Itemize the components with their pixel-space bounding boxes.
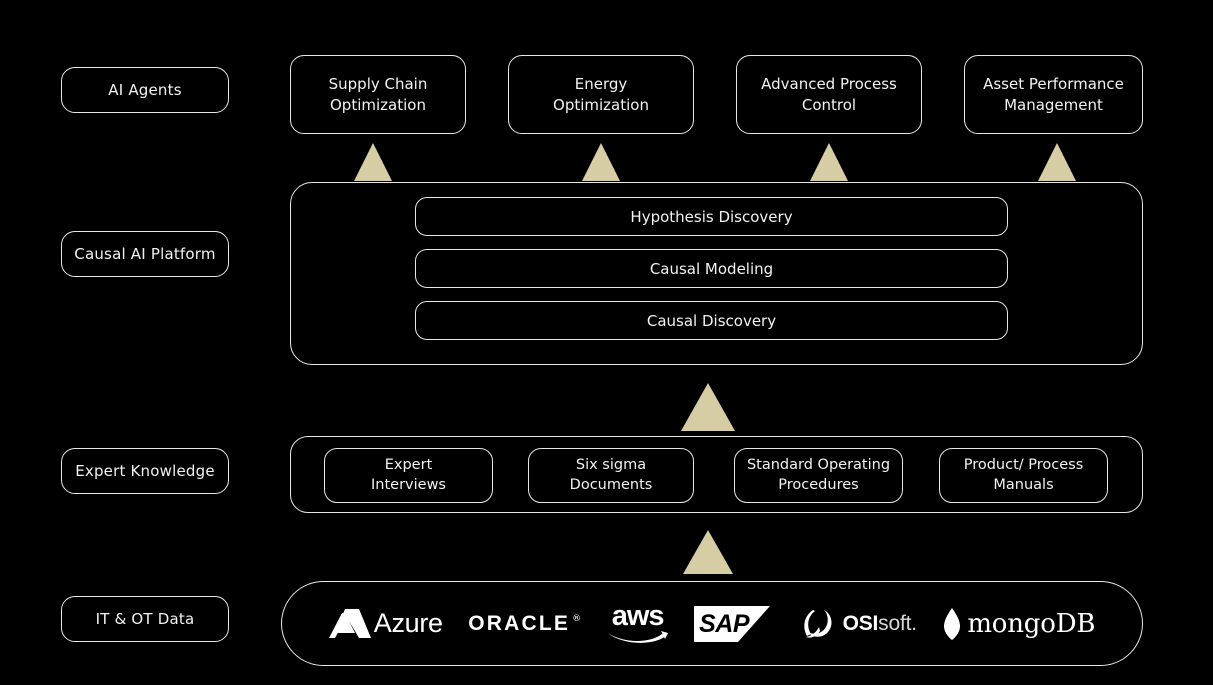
- expert-source-standard-operating-procedures[interactable]: Standard Operating Procedures: [734, 448, 903, 503]
- platform-capability-causal-modeling[interactable]: Causal Modeling: [415, 249, 1008, 288]
- logo-osisoft[interactable]: OSIsoft.: [800, 602, 917, 646]
- agent-label-line2: Management: [1004, 95, 1103, 114]
- azure-icon: [328, 608, 371, 638]
- expert-source-line1: Six sigma: [575, 456, 647, 473]
- logo-mongodb[interactable]: mongoDB: [942, 602, 1095, 646]
- architecture-diagram: AI Agents Causal AI Platform Expert Know…: [0, 0, 1213, 685]
- expert-source-product-process-manuals[interactable]: Product/ Process Manuals: [939, 448, 1108, 503]
- arrow-up-to-supply-chain: [354, 143, 392, 181]
- agent-label-line2: Optimization: [330, 95, 426, 114]
- logo-azure[interactable]: Azure: [328, 602, 443, 646]
- tier-label-it-ot-data: IT & OT Data: [61, 596, 229, 642]
- agent-label-line1: Energy: [574, 75, 628, 94]
- tier-label-expert-knowledge: Expert Knowledge: [61, 448, 229, 494]
- osisoft-swirl-icon: [803, 609, 832, 638]
- expert-source-line2: Interviews: [371, 476, 446, 493]
- expert-source-line2: Manuals: [993, 476, 1054, 493]
- osisoft-wordmark-light: soft.: [878, 611, 917, 635]
- arrow-up-to-asset-performance: [1038, 143, 1076, 181]
- expert-source-line1: Expert: [384, 456, 433, 473]
- arrow-up-to-platform: [681, 383, 735, 431]
- expert-source-six-sigma-documents[interactable]: Six sigma Documents: [528, 448, 694, 503]
- logo-aws[interactable]: aws: [607, 599, 669, 646]
- tier-label-text: IT & OT Data: [95, 610, 195, 628]
- causal-ai-platform-container: Hypothesis Discovery Causal Modeling Cau…: [290, 182, 1143, 365]
- expert-source-line2: Procedures: [778, 476, 859, 493]
- mongodb-leaf-icon: [944, 607, 961, 640]
- agent-label-line2: Optimization: [553, 95, 649, 114]
- platform-capability-label: Causal Modeling: [649, 259, 774, 278]
- aws-wordmark: aws: [611, 599, 665, 632]
- platform-capability-causal-discovery[interactable]: Causal Discovery: [415, 301, 1008, 340]
- agent-label-line1: Asset Performance: [983, 75, 1124, 94]
- agent-label-line1: Advanced Process: [761, 75, 897, 94]
- oracle-trademark-icon: ®: [572, 613, 582, 624]
- agent-label-line1: Supply Chain: [328, 75, 428, 94]
- agent-box-advanced-process-control[interactable]: Advanced Process Control: [736, 55, 922, 134]
- logo-oracle[interactable]: ORACLE ®: [468, 602, 581, 646]
- expert-source-line1: Standard Operating: [746, 456, 891, 473]
- agent-label-line2: Control: [801, 95, 857, 114]
- sap-wordmark: SAP: [699, 609, 750, 638]
- agent-box-asset-performance-management[interactable]: Asset Performance Management: [964, 55, 1143, 134]
- mongodb-wordmark: mongoDB: [967, 608, 1096, 639]
- agent-box-energy-optimization[interactable]: Energy Optimization: [508, 55, 694, 134]
- logo-sap[interactable]: SAP: [694, 602, 774, 646]
- tier-label-causal-ai-platform: Causal AI Platform: [61, 231, 229, 277]
- tier-label-text: Causal AI Platform: [74, 245, 216, 263]
- arrow-up-to-energy: [582, 143, 620, 181]
- expert-source-expert-interviews[interactable]: Expert Interviews: [324, 448, 493, 503]
- expert-source-line2: Documents: [569, 476, 653, 493]
- oracle-wordmark: ORACLE: [468, 611, 571, 635]
- aws-swoosh-icon: [607, 631, 668, 644]
- agent-box-supply-chain-optimization[interactable]: Supply Chain Optimization: [290, 55, 466, 134]
- platform-capability-label: Causal Discovery: [646, 311, 777, 330]
- it-ot-data-container: Azure ORACLE ® aws SAP OSIsoft. mongoDB: [281, 581, 1143, 666]
- arrow-up-to-advanced-process-control: [810, 143, 848, 181]
- platform-capability-label: Hypothesis Discovery: [630, 207, 793, 226]
- tier-label-text: AI Agents: [108, 81, 182, 99]
- arrow-up-to-expert-knowledge: [683, 530, 733, 574]
- tier-label-ai-agents: AI Agents: [61, 67, 229, 113]
- azure-wordmark: Azure: [373, 608, 443, 638]
- expert-knowledge-container: Expert Interviews Six sigma Documents St…: [290, 436, 1143, 513]
- osisoft-wordmark-bold: OSI: [842, 611, 879, 635]
- tier-label-text: Expert Knowledge: [75, 462, 215, 480]
- expert-source-line1: Product/ Process: [963, 456, 1084, 473]
- platform-capability-hypothesis-discovery[interactable]: Hypothesis Discovery: [415, 197, 1008, 236]
